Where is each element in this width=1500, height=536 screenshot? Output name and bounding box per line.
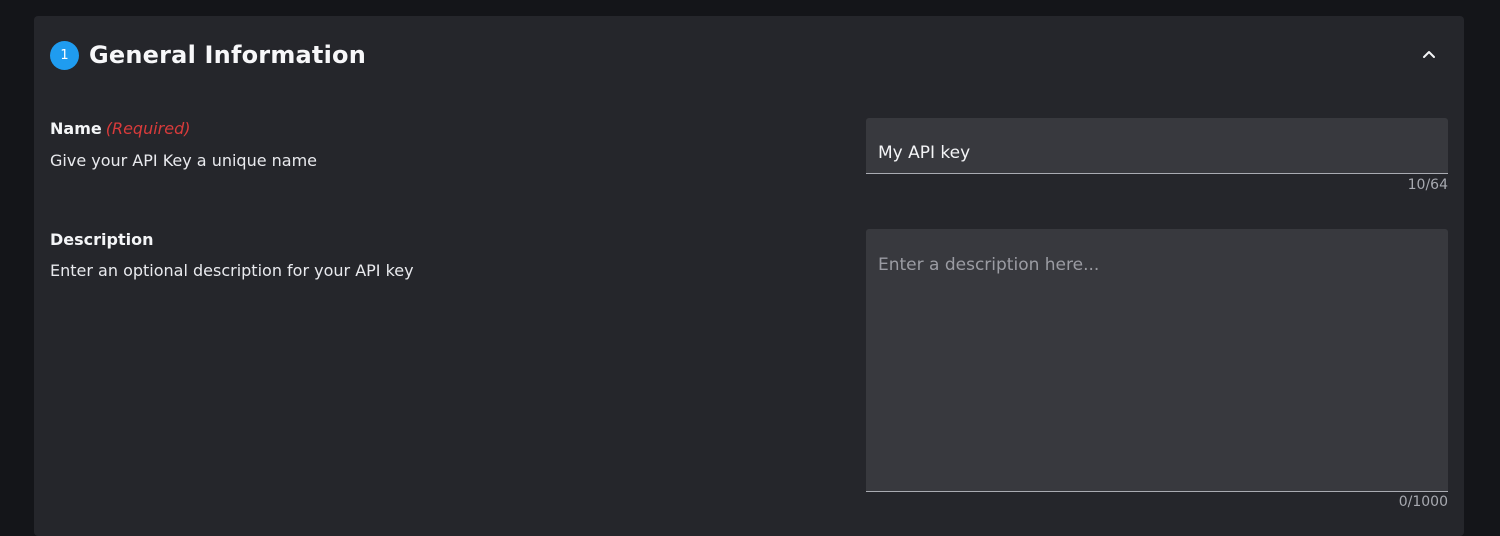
name-char-counter: 10/64 <box>1407 177 1448 193</box>
chevron-up-icon-graphic <box>1423 51 1435 58</box>
description-placeholder: Enter a description here... <box>878 255 1100 275</box>
chevron-up-icon[interactable] <box>1420 46 1438 64</box>
name-help-text: Give your API Key a unique name <box>50 151 318 170</box>
general-information-panel: 1 General Information Name (Required) Giv… <box>34 16 1464 536</box>
required-indicator: (Required) <box>105 119 191 138</box>
description-textarea[interactable]: Enter a description here... <box>866 229 1448 492</box>
description-help-text: Enter an optional description for your A… <box>50 261 414 280</box>
description-char-counter: 0/1000 <box>1398 494 1448 510</box>
description-label: Description <box>50 230 154 249</box>
section-title: General Information <box>89 41 367 69</box>
name-label-text: Name <box>50 119 102 138</box>
name-input-value: My API key <box>878 143 971 163</box>
name-label: Name (Required) <box>50 119 190 138</box>
name-input[interactable]: My API key <box>866 118 1448 174</box>
step-badge: 1 <box>50 40 79 70</box>
section-header: 1 General Information <box>50 40 1448 70</box>
